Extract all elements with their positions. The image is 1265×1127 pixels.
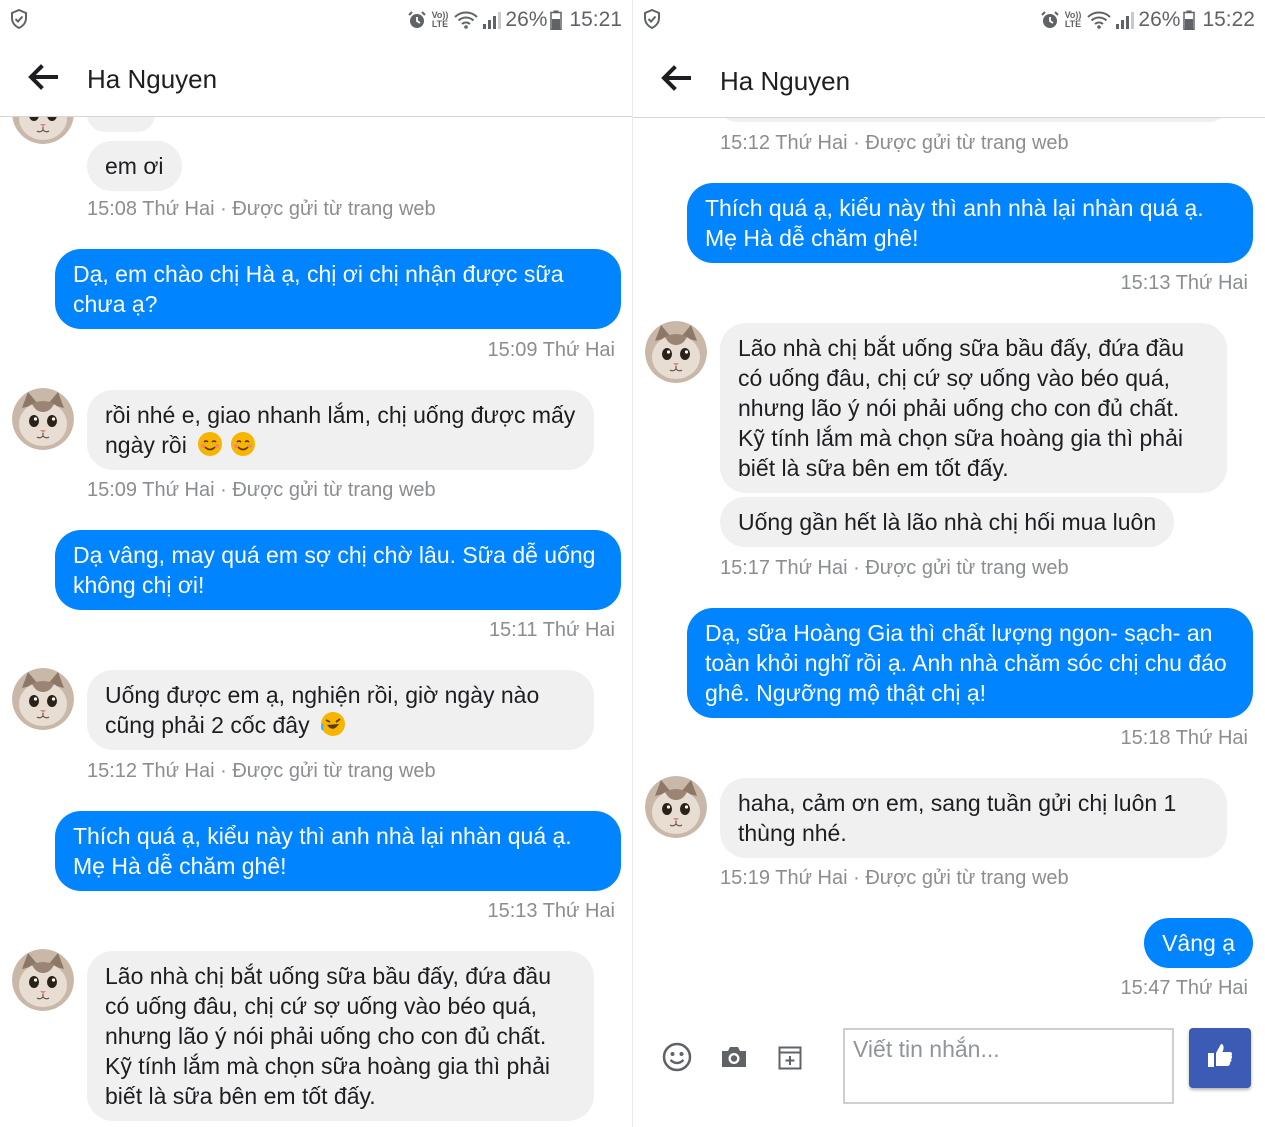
message-meta: 15:12 Thứ Hai · Được gửi từ trang web [720,132,1069,154]
add-file-icon[interactable] [778,1046,802,1070]
avatar[interactable] [12,949,74,1011]
status-bar: Vo)) LTE 26% 15:22 [633,0,1265,40]
message-meta: 15:09 Thứ Hai [487,339,615,361]
wifi-icon [1087,11,1112,29]
message-bubble-sent: Dạ vâng, may quá em sợ chị chờ lâu. Sữa … [55,530,621,610]
avatar[interactable] [12,388,74,450]
battery-percent: 26% [1138,8,1181,31]
conversation: 15:12 Thứ Hai · Được gửi từ trang web Th… [633,88,1265,1127]
message-bubble: haha, cảm ơn em, sang tuần gửi chị luôn … [720,778,1227,858]
avatar[interactable] [645,321,707,383]
message-bubble-sent: Dạ, em chào chị Hà ạ, chị ơi chị nhận đư… [55,249,621,329]
thumbs-up-icon [1208,1044,1233,1067]
conversation: em ơi 15:08 Thứ Hai · Được gửi từ trang … [0,82,632,1127]
right-screenshot: Vo)) LTE 26% 15:22 Ha Nguyen 15:12 Thứ Ha… [633,0,1265,1127]
emoji-icon[interactable] [662,1042,692,1072]
alarm-icon [1040,11,1059,28]
message-meta: 15:08 Thứ Hai · Được gửi từ trang web [87,198,436,220]
message-meta: 15:12 Thứ Hai · Được gửi từ trang web [87,760,436,782]
message-meta: 15:19 Thứ Hai · Được gửi từ trang web [720,867,1069,889]
message-meta: 15:18 Thứ Hai [1120,727,1248,749]
avatar[interactable] [645,776,707,838]
volte-indicator: Vo)) LTE [431,10,449,29]
contact-name: Ha Nguyen [720,66,851,96]
like-button[interactable] [1189,1028,1251,1088]
blush-emoji-icon [198,432,223,456]
message-bubble-sent: Thích quá ạ, kiểu này thì anh nhà lại nh… [687,183,1253,263]
clock: 15:21 [569,8,622,31]
back-arrow-icon[interactable] [659,65,693,91]
message-meta: 15:11 Thứ Hai [488,619,615,641]
shield-icon [644,9,660,29]
left-screenshot: Vo)) LTE 26% 15:21 Ha Nguyen em ơi 15:08 … [0,0,632,1127]
message-bubble: Uống gần hết là lão nhà chị hối mua luôn [720,497,1175,547]
message-bubble: Lão nhà chị bắt uống sữa bầu đấy, đứa đầ… [87,951,594,1121]
blush-emoji-icon [230,432,255,456]
volte-indicator: Vo)) LTE [1064,10,1082,29]
avatar[interactable] [12,668,74,730]
signal-icon [1116,12,1135,29]
camera-icon[interactable] [720,1045,748,1069]
battery-icon [1183,10,1196,30]
message-input[interactable]: Viết tin nhắn... [843,1028,1174,1104]
message-bubble: Uống được em ạ, nghiện rồi, giờ ngày nào… [87,670,594,750]
message-meta: 15:17 Thứ Hai · Được gửi từ trang web [720,557,1069,579]
battery-icon [550,10,563,30]
laughing-emoji-icon [320,712,345,736]
message-meta: 15:13 Thứ Hai [1120,272,1248,294]
clock: 15:22 [1202,8,1255,31]
message-text: rồi nhé e, giao nhanh lắm, chị uống được… [105,402,576,458]
message-bubble: em ơi [87,141,182,191]
message-bubble-sent: Vâng ạ [1144,918,1253,968]
message-bubble: Lão nhà chị bắt uống sữa bầu đấy, đứa đầ… [720,323,1227,493]
contact-name: Ha Nguyen [87,64,218,94]
alarm-icon [407,11,426,28]
app-bar: Ha Nguyen [633,40,1265,118]
message-bubble-sent: Dạ, sữa Hoàng Gia thì chất lượng ngon- s… [687,608,1253,718]
message-meta: 15:47 Thứ Hai [1120,977,1248,999]
message-meta: 15:09 Thứ Hai · Được gửi từ trang web [87,479,436,501]
signal-icon [483,12,502,29]
app-bar: Ha Nguyen [0,40,632,117]
message-meta: 15:13 Thứ Hai [487,900,615,922]
message-bubble-sent: Thích quá ạ, kiểu này thì anh nhà lại nh… [55,811,621,891]
wifi-icon [454,11,479,29]
message-bubble: rồi nhé e, giao nhanh lắm, chị uống được… [87,390,594,470]
battery-percent: 26% [505,8,548,31]
shield-icon [11,9,27,29]
back-arrow-icon[interactable] [26,64,60,90]
status-bar: Vo)) LTE 26% 15:21 [0,0,632,40]
